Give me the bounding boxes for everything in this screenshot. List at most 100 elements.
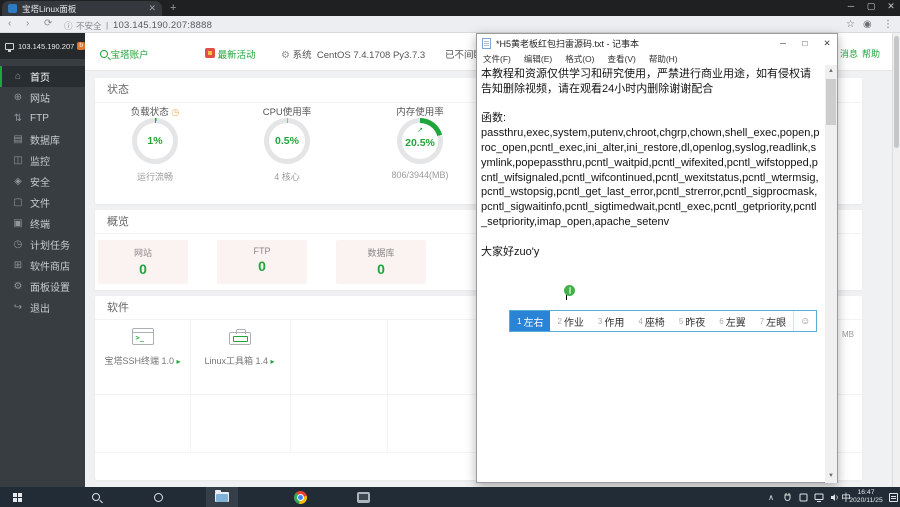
action-center-button[interactable] (886, 487, 900, 507)
notepad-close-button[interactable]: ✕ (816, 34, 838, 52)
tray-volume-button[interactable] (828, 487, 840, 507)
notepad-maximize-button[interactable]: □ (794, 34, 816, 52)
scroll-down-icon[interactable]: ▼ (825, 470, 837, 483)
cpu-sub: 4 核心 (274, 172, 300, 182)
browser-tab[interactable]: 宝塔Linux面板 ✕ (2, 1, 162, 16)
grid-line (290, 320, 291, 452)
software-ssh-terminal[interactable]: 宝塔SSH终端 1.0 ▸ (95, 328, 190, 367)
sidebar-item-monitor[interactable]: ◫ 监控 (0, 150, 85, 171)
help-link[interactable]: 帮助 (862, 47, 880, 60)
media-app-button[interactable] (352, 487, 374, 507)
menu-format[interactable]: 格式(O) (565, 53, 594, 65)
start-button[interactable] (6, 487, 28, 507)
sidebar-item-home[interactable]: ⌂ 首页 (0, 66, 85, 87)
info-icon[interactable]: ⓘ (64, 20, 73, 32)
forward-icon[interactable]: › (26, 18, 29, 29)
sidebar-item-security[interactable]: ◈ 安全 (0, 171, 85, 192)
gift-icon (205, 48, 215, 58)
ime-candidate-1[interactable]: 1 左右 (510, 311, 551, 331)
scroll-up-icon[interactable]: ▲ (825, 65, 837, 78)
reload-icon[interactable]: ⟳ (44, 18, 52, 29)
sidebar-item-appstore[interactable]: ⊞ 软件商店 (0, 255, 85, 276)
sidebar-server-header[interactable]: 103.145.190.207 b (0, 33, 85, 59)
menu-edit[interactable]: 编辑(E) (524, 53, 552, 65)
ime-candidate-4[interactable]: 4 座椅 (631, 311, 671, 331)
message-link[interactable]: 消息 (840, 47, 858, 60)
notepad-minimize-button[interactable]: ─ (772, 34, 794, 52)
notepad-paragraph: 大家好zuo'y (481, 245, 540, 258)
profile-icon[interactable]: ◉ (863, 19, 872, 30)
notepad-icon (482, 37, 491, 49)
menu-help[interactable]: 帮助(H) (649, 53, 678, 65)
system-info: ⚙ 系统 CentOS 7.4.1708 Py3.7.3 (281, 50, 426, 61)
new-tab-button[interactable]: + (170, 2, 176, 14)
menu-dots-icon[interactable]: ⋮ (883, 19, 893, 30)
sidebar-item-database[interactable]: ▤ 数据库 (0, 129, 85, 150)
back-icon[interactable]: ‹ (8, 18, 11, 29)
promo-activity-link[interactable]: 最新活动 (205, 47, 256, 61)
sidebar-item-files[interactable]: ▢ 文件 (0, 192, 85, 213)
home-icon: ⌂ (14, 71, 22, 82)
browser-toolbar: ‹ › ⟳ ⓘ 不安全 | 103.145.190.207:8888 ☆ ◉ ⋮ (0, 16, 900, 33)
ime-candidate-bar: 1 左右 2 作业 3 作用 4 座椅 5 昨夜 6 左翼 7 左眼 ☺ (509, 310, 818, 332)
grid-line (387, 320, 388, 452)
monitor-icon (5, 42, 14, 52)
tray-usb-button[interactable] (780, 487, 794, 507)
sidebar-item-settings[interactable]: ⚙ 面板设置 (0, 276, 85, 297)
ime-candidate-3[interactable]: 3 作用 (591, 311, 631, 331)
notepad-paragraph (481, 230, 821, 245)
ime-candidate-6[interactable]: 6 左翼 (712, 311, 752, 331)
software-linux-toolbox[interactable]: Linux工具箱 1.4 ▸ (192, 328, 287, 367)
tray-expand-button[interactable]: ∧ (764, 487, 778, 507)
folder-icon (215, 490, 229, 502)
tab-close-icon[interactable]: ✕ (148, 3, 156, 14)
chrome-button[interactable] (290, 487, 310, 507)
notepad-scrollbar[interactable]: ▲ ▼ (825, 65, 837, 483)
taskbar-clock[interactable]: 16:47 2020/11/25 (845, 489, 887, 505)
cortana-button[interactable] (148, 487, 168, 507)
bookmark-star-icon[interactable]: ☆ (846, 19, 855, 30)
rocket-icon: ↗ (417, 127, 423, 134)
browser-close-button[interactable]: ✕ (882, 1, 900, 12)
folder-icon: ▢ (13, 197, 23, 208)
tray-device-button[interactable] (796, 487, 810, 507)
overview-database[interactable]: 数据库 0 (336, 240, 426, 284)
search-icon (100, 50, 108, 58)
menu-file[interactable]: 文件(F) (483, 53, 511, 65)
gear-icon: ⚙ (13, 281, 23, 292)
clock-icon: ◷ (13, 239, 23, 250)
clock-time: 16:47 (857, 489, 875, 496)
browser-minimize-button[interactable]: ─ (842, 1, 860, 11)
emoji-icon[interactable]: ☺ (793, 311, 816, 331)
exit-icon: ↪ (13, 302, 23, 313)
tray-network-button[interactable] (812, 487, 826, 507)
usb-plug-icon (784, 492, 790, 501)
overview-website[interactable]: 网站 0 (98, 240, 188, 284)
ime-candidate-5[interactable]: 5 昨夜 (672, 311, 712, 331)
sidebar-item-ftp[interactable]: ⇅ FTP (0, 108, 85, 129)
transfer-icon: ⇅ (13, 113, 23, 124)
cpu-gauge: 0.5% (264, 118, 310, 164)
sidebar-item-website[interactable]: ⊕ 网站 (0, 87, 85, 108)
url-text[interactable]: 103.145.190.207:8888 (113, 20, 212, 31)
account-link[interactable]: 宝塔账户 (100, 47, 149, 61)
taskbar-search-button[interactable] (86, 487, 106, 507)
notepad-scrollbar-thumb[interactable] (826, 79, 836, 125)
sidebar-item-terminal[interactable]: ▣ 终端 (0, 213, 85, 234)
page-scrollbar[interactable] (892, 33, 900, 487)
page-scrollbar-thumb[interactable] (894, 36, 899, 148)
overview-ftp[interactable]: FTP 0 (217, 240, 307, 284)
sidebar-item-cron[interactable]: ◷ 计划任务 (0, 234, 85, 255)
notepad-paragraph: passthru,exec,system,putenv,chroot,chgrp… (481, 127, 820, 228)
browser-maximize-button[interactable]: ▢ (862, 1, 880, 12)
menu-view[interactable]: 查看(V) (607, 53, 635, 65)
windows-logo-icon (12, 492, 22, 502)
chrome-icon (293, 490, 307, 504)
database-icon: ▤ (13, 134, 23, 145)
sidebar-item-logout[interactable]: ↪ 退出 (0, 297, 85, 318)
ime-candidate-2[interactable]: 2 作业 (550, 311, 590, 331)
file-explorer-button[interactable] (212, 487, 232, 507)
notepad-text-area[interactable]: 本教程和资源仅供学习和研究使用，严禁进行商业用途，如有侵权请告知删除视频，请在观… (477, 65, 825, 483)
ime-candidate-7[interactable]: 7 左眼 (753, 311, 793, 331)
load-gauge: 1% (132, 118, 178, 164)
